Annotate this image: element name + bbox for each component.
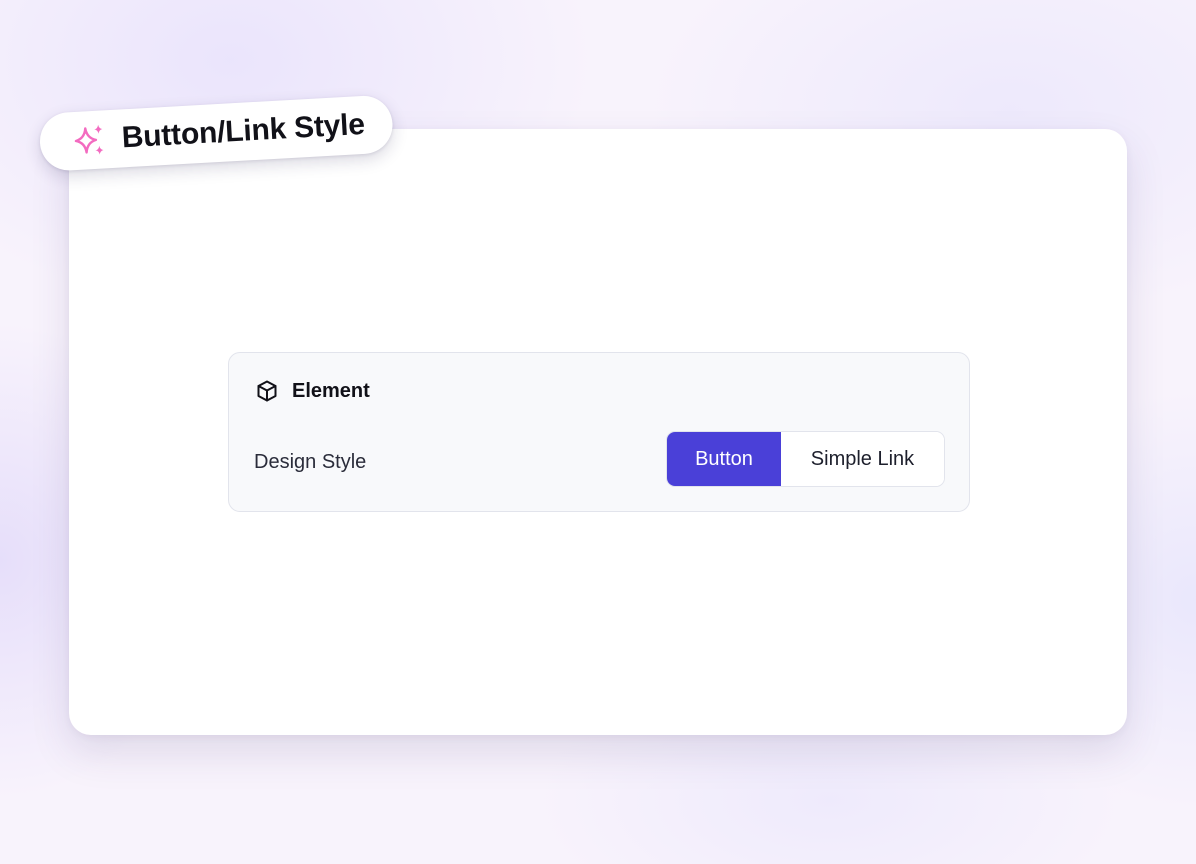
panel-header: Element [255,379,370,403]
design-style-label: Design Style [254,451,367,473]
design-style-toggle: Button Simple Link [666,431,945,487]
simple-link-option[interactable]: Simple Link [781,432,944,486]
sparkles-icon [71,121,109,159]
element-settings-panel: Element Design Style Button Simple Link [228,352,970,512]
cube-icon [255,379,279,403]
button-option[interactable]: Button [667,432,781,486]
panel-title: Element [292,379,370,402]
feature-title: Button/Link Style [120,107,366,155]
